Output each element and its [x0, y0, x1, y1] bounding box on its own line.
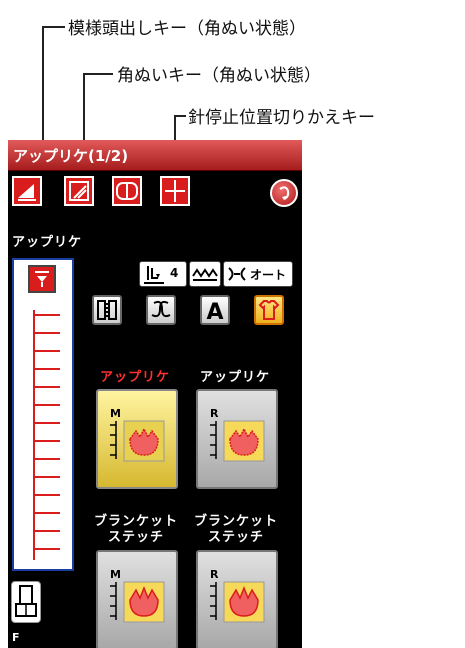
stitch-blanket-r-button[interactable]: R	[196, 550, 278, 648]
screen-title: アップリケ(1/2)	[13, 147, 129, 165]
blanket-stitch-icon	[110, 581, 165, 623]
needle-stop-position-key[interactable]	[160, 176, 190, 206]
category-character-button[interactable]: A	[200, 295, 230, 325]
pattern-start-key[interactable]	[28, 265, 56, 293]
decorative-stitch-icon	[151, 300, 171, 318]
stitch-applique-r-button[interactable]: R	[196, 389, 278, 489]
callout-needle-stop-key: 針停止位置切りかえキー	[188, 108, 375, 128]
category-applique-button[interactable]	[254, 295, 284, 325]
mirror-icon	[116, 182, 138, 200]
pattern-ruler-panel	[12, 258, 74, 571]
stitch-ruler	[33, 310, 60, 560]
stitch-applique-m-button[interactable]: M	[96, 389, 178, 489]
stitch-label-1: アップリケ	[99, 370, 170, 385]
stitch-blanket-m-button[interactable]: M	[96, 550, 178, 648]
callout-line-2-h	[83, 73, 113, 75]
blanket-stitch-icon	[210, 581, 265, 623]
back-button[interactable]	[270, 179, 298, 207]
pattern-start-icon	[35, 271, 49, 287]
callout-corner-key: 角ぬいキー（角ぬい状態）	[117, 66, 321, 86]
title-bar: アップリケ(1/2)	[8, 140, 302, 171]
category-utility-button[interactable]	[92, 295, 122, 325]
letter-a-icon: A	[206, 300, 223, 325]
presser-foot-icon	[15, 585, 37, 617]
feed-value: 4	[170, 266, 179, 280]
mirror-key[interactable]	[112, 176, 142, 206]
needle-stop-icon	[165, 180, 185, 202]
stitch-label-2: アップリケ	[199, 370, 270, 385]
corner-sewing-icon	[69, 181, 89, 201]
category-decorative-button[interactable]	[146, 295, 176, 325]
feed-dog-indicator	[189, 261, 221, 287]
presser-foot-indicator	[11, 581, 41, 623]
applique-stitch-icon	[210, 420, 265, 462]
svg-text:A: A	[206, 300, 223, 323]
corner-edge-icon	[18, 184, 36, 201]
device-screen: アップリケ(1/2) アップリケ F 4 オート A アップリケ アップリケ ブ…	[8, 140, 302, 648]
feed-icon	[144, 266, 164, 284]
back-arrow-icon	[279, 186, 290, 200]
auto-tension-indicator: オート	[223, 261, 293, 287]
stitch-label-4: ブランケット ステッチ	[193, 514, 278, 545]
thread-tension-icon	[228, 267, 246, 281]
corner-sewing-key[interactable]	[64, 176, 94, 206]
screen-subtitle: アップリケ	[12, 235, 83, 250]
callout-pattern-start-key: 模様頭出しキー（角ぬい状態）	[68, 19, 306, 39]
corner-edge-key[interactable]	[12, 176, 42, 206]
applique-stitch-icon	[110, 420, 165, 462]
callout-line-1-h	[42, 26, 65, 28]
feed-dog-icon	[192, 268, 218, 281]
stitch-length-indicator: 4	[139, 261, 187, 287]
stitch-label-3: ブランケット ステッチ	[93, 514, 178, 545]
utility-stitch-icon	[97, 300, 117, 320]
shirt-icon	[258, 300, 280, 320]
presser-foot-letter: F	[12, 631, 20, 644]
auto-label: オート	[250, 268, 287, 282]
